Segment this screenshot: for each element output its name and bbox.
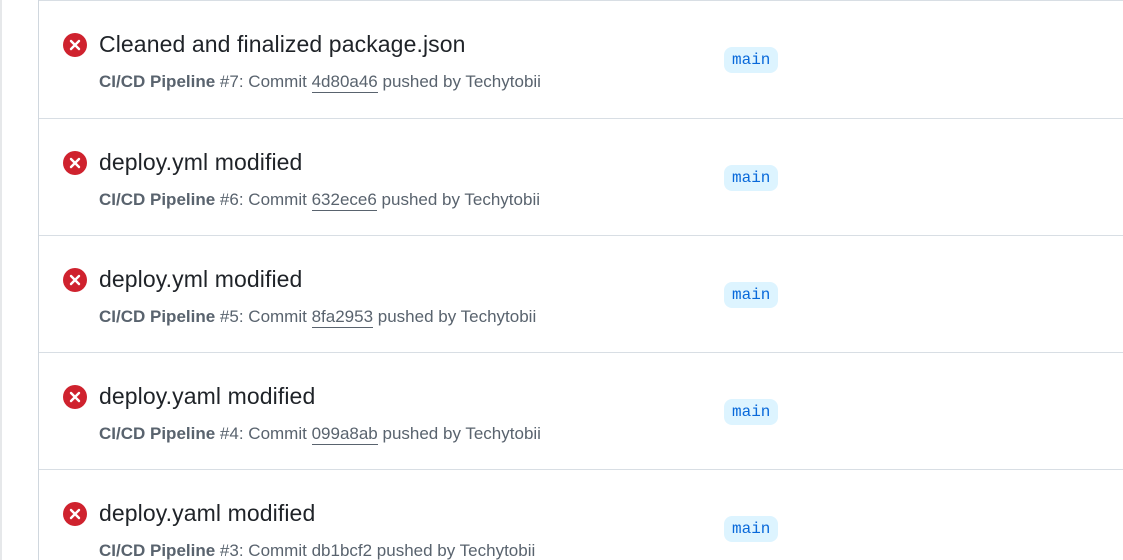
commit-sha-link[interactable]: db1bcf2 <box>311 541 373 560</box>
workflow-name: CI/CD Pipeline <box>99 72 216 91</box>
failure-status-icon <box>63 151 87 175</box>
commit-sha-link[interactable]: 8fa2953 <box>311 307 374 328</box>
run-meta: CI/CD Pipeline #6: Commit 632ece6 pushed… <box>99 190 540 211</box>
left-gutter-divider <box>0 0 2 560</box>
commit-prefix: : Commit <box>238 190 312 209</box>
branch-badge[interactable]: main <box>724 165 779 191</box>
workflow-run-list: Cleaned and finalized package.json CI/CD… <box>39 0 1123 560</box>
pushed-by-text: pushed by Techytobii <box>377 424 541 443</box>
pushed-by-text: pushed by Techytobii <box>372 541 536 560</box>
failure-status-icon <box>63 33 87 57</box>
workflow-run-row[interactable]: Cleaned and finalized package.json CI/CD… <box>39 0 1123 118</box>
commit-sha-link[interactable]: 4d80a46 <box>311 72 378 93</box>
pushed-by-text: pushed by Techytobii <box>373 307 537 326</box>
branch-badge[interactable]: main <box>724 282 779 308</box>
run-title-link[interactable]: Cleaned and finalized package.json <box>99 31 466 58</box>
workflow-name: CI/CD Pipeline <box>99 190 216 209</box>
run-title-link[interactable]: deploy.yaml modified <box>99 383 315 410</box>
workflow-runs-panel: Cleaned and finalized package.json CI/CD… <box>38 0 1123 560</box>
branch-badge[interactable]: main <box>724 516 779 542</box>
workflow-runs-page: Cleaned and finalized package.json CI/CD… <box>0 0 1123 560</box>
run-number: #4 <box>219 424 239 443</box>
run-number: #7 <box>219 72 239 91</box>
commit-sha-link[interactable]: 099a8ab <box>311 424 378 445</box>
commit-prefix: : Commit <box>238 72 312 91</box>
run-meta: CI/CD Pipeline #4: Commit 099a8ab pushed… <box>99 424 541 445</box>
run-meta: CI/CD Pipeline #5: Commit 8fa2953 pushed… <box>99 307 537 328</box>
run-title-link[interactable]: deploy.yml modified <box>99 149 302 176</box>
run-number: #5 <box>219 307 239 326</box>
run-meta: CI/CD Pipeline #7: Commit 4d80a46 pushed… <box>99 72 541 93</box>
failure-status-icon <box>63 385 87 409</box>
failure-status-icon <box>63 502 87 526</box>
workflow-run-row[interactable]: deploy.yml modified CI/CD Pipeline #5: C… <box>39 235 1123 352</box>
commit-prefix: : Commit <box>238 307 312 326</box>
failure-status-icon <box>63 268 87 292</box>
commit-sha-link[interactable]: 632ece6 <box>311 190 377 211</box>
run-meta: CI/CD Pipeline #3: Commit db1bcf2 pushed… <box>99 541 535 560</box>
run-title-link[interactable]: deploy.yaml modified <box>99 500 315 527</box>
pushed-by-text: pushed by Techytobii <box>377 72 541 91</box>
branch-badge[interactable]: main <box>724 47 779 73</box>
run-number: #3 <box>219 541 239 560</box>
pushed-by-text: pushed by Techytobii <box>376 190 540 209</box>
commit-prefix: : Commit <box>238 424 312 443</box>
workflow-run-row[interactable]: deploy.yaml modified CI/CD Pipeline #4: … <box>39 352 1123 469</box>
workflow-name: CI/CD Pipeline <box>99 307 216 326</box>
run-number: #6 <box>219 190 239 209</box>
commit-prefix: : Commit <box>238 541 312 560</box>
run-title-link[interactable]: deploy.yml modified <box>99 266 302 293</box>
workflow-name: CI/CD Pipeline <box>99 424 216 443</box>
workflow-name: CI/CD Pipeline <box>99 541 216 560</box>
branch-badge[interactable]: main <box>724 399 779 425</box>
workflow-run-row[interactable]: deploy.yml modified CI/CD Pipeline #6: C… <box>39 118 1123 235</box>
workflow-run-row[interactable]: deploy.yaml modified CI/CD Pipeline #3: … <box>39 469 1123 560</box>
